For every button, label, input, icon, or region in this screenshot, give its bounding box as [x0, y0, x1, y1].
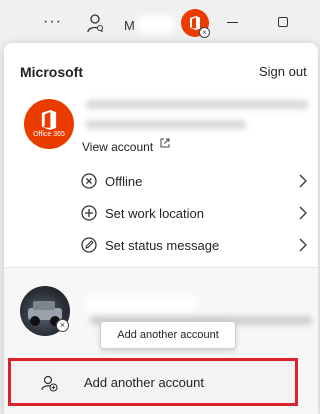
minimize-icon[interactable] [227, 22, 238, 23]
sign-out-link[interactable]: Sign out [259, 64, 307, 79]
add-person-icon [41, 375, 58, 392]
menu-item-label: Offline [105, 174, 143, 189]
menu-item-status-message[interactable]: Set status message [4, 230, 318, 260]
status-message-icon [81, 237, 97, 253]
account-name-redacted [86, 100, 308, 109]
name-redaction [138, 15, 174, 33]
chevron-right-icon [299, 174, 307, 188]
offline-badge-icon: × [56, 319, 69, 332]
title-bar: ··· M × [0, 0, 320, 46]
menu-item-work-location[interactable]: Set work location [4, 198, 318, 228]
account-panel: Microsoft Sign out Office 365 View accou… [4, 43, 318, 414]
other-account-name-redacted [86, 296, 196, 312]
brand-title: Microsoft [20, 64, 83, 80]
office-logo-icon [41, 110, 57, 130]
add-account-label: Add another account [84, 375, 204, 390]
offline-badge-icon: × [199, 27, 210, 38]
offline-icon [81, 173, 97, 189]
menu-item-label: Set work location [105, 206, 204, 221]
add-another-account-button[interactable]: Add another account [8, 358, 298, 406]
avatar-caption: Office 365 [33, 131, 65, 138]
external-link-icon [160, 138, 170, 148]
account-avatar: Office 365 [24, 99, 74, 149]
add-account-tooltip: Add another account [100, 321, 236, 349]
maximize-icon[interactable] [278, 17, 288, 27]
more-options-icon[interactable]: ··· [43, 13, 62, 31]
menu-item-offline[interactable]: Offline [4, 166, 318, 196]
view-account-link[interactable]: View account [82, 140, 153, 154]
menu-item-label: Set status message [105, 238, 220, 253]
work-location-icon [81, 205, 97, 221]
account-name: M [124, 18, 135, 33]
chevron-right-icon [299, 238, 307, 252]
office-logo-icon [190, 16, 200, 30]
account-email-redacted [86, 120, 246, 129]
chevron-right-icon [299, 206, 307, 220]
person-icon[interactable] [86, 13, 104, 33]
